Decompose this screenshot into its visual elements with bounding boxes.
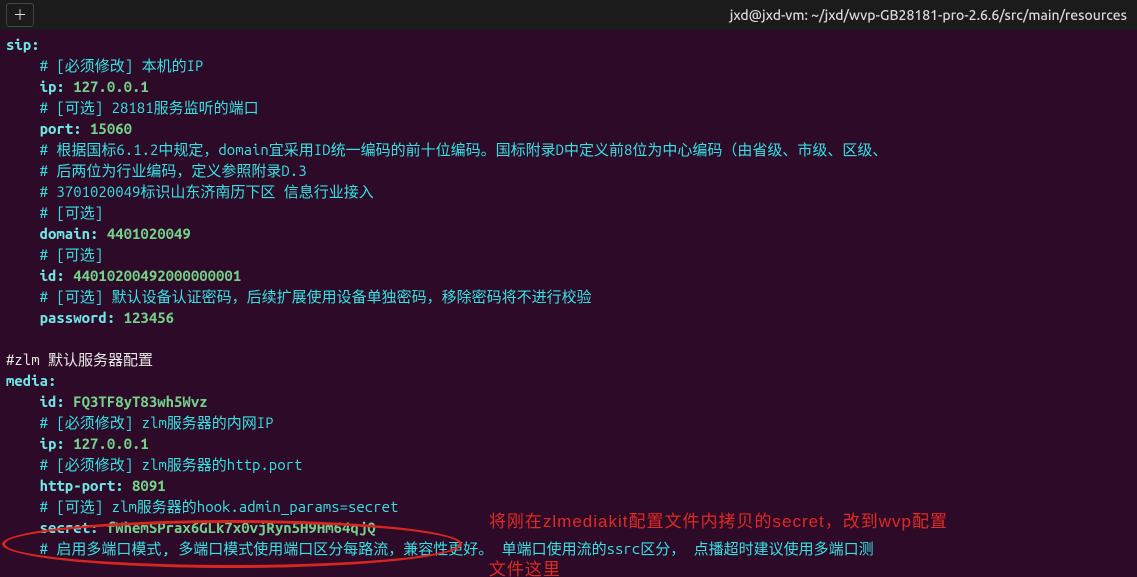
yaml-comment: # [可选] — [40, 204, 104, 221]
new-tab-button[interactable]: ＋ — [6, 3, 34, 27]
terminal-line: id: 44010200492000000001 — [6, 265, 1131, 286]
yaml-key: ip — [40, 435, 57, 452]
yaml-value: 127.0.0.1 — [73, 78, 149, 95]
terminal-line: domain: 4401020049 — [6, 223, 1131, 244]
yaml-value: fWhemSPrax6GLk7x0vjRyn5H9Hm64qjQ — [107, 519, 376, 536]
terminal-line: media: — [6, 370, 1131, 391]
terminal-line: # 后两位为行业编码，定义参照附录D.3 — [6, 160, 1131, 181]
yaml-value: 44010200492000000001 — [73, 267, 241, 284]
yaml-key: sip — [6, 36, 31, 53]
yaml-key: ip — [40, 78, 57, 95]
yaml-key: id — [40, 393, 57, 410]
yaml-key: domain — [40, 225, 90, 242]
yaml-comment: # [可选] 28181服务监听的端口 — [40, 99, 259, 116]
yaml-value: 8091 — [132, 477, 166, 494]
terminal-line: secret: fWhemSPrax6GLk7x0vjRyn5H9Hm64qjQ — [6, 517, 1131, 538]
terminal-line: # [可选] 28181服务监听的端口 — [6, 97, 1131, 118]
yaml-key: port — [40, 120, 74, 137]
window-title: jxd@jxd-vm: ~/jxd/wvp-GB28181-pro-2.6.6/… — [34, 5, 1137, 26]
yaml-key: http-port — [40, 477, 116, 494]
yaml-comment: # 后两位为行业编码，定义参照附录D.3 — [40, 162, 307, 179]
yaml-key: media — [6, 372, 48, 389]
yaml-key: secret — [40, 519, 90, 536]
terminal-line — [6, 328, 1131, 349]
terminal-line: ip: 127.0.0.1 — [6, 433, 1131, 454]
terminal-line: #zlm 默认服务器配置 — [6, 349, 1131, 370]
yaml-comment: # [可选] zlm服务器的hook.admin_params=secret — [40, 498, 399, 515]
terminal-line: # 启用多端口模式, 多端口模式使用端口区分每路流，兼容性更好。 单端口使用流的… — [6, 538, 1131, 559]
terminal-line: # [可选] — [6, 202, 1131, 223]
terminal-line: http-port: 8091 — [6, 475, 1131, 496]
terminal-line: sip: — [6, 34, 1131, 55]
yaml-comment: # [必须修改] 本机的IP — [40, 57, 204, 74]
terminal-line: # [必须修改] zlm服务器的内网IP — [6, 412, 1131, 433]
terminal-line: # [必须修改] 本机的IP — [6, 55, 1131, 76]
terminal-line: port: 15060 — [6, 118, 1131, 139]
terminal-viewport[interactable]: sip: # [必须修改] 本机的IP ip: 127.0.0.1 # [可选]… — [0, 30, 1137, 577]
yaml-key: password — [40, 309, 107, 326]
yaml-value: 123456 — [124, 309, 174, 326]
annotation-line-2: 文件这里 — [489, 560, 561, 577]
terminal-line: # [可选] zlm服务器的hook.admin_params=secret — [6, 496, 1131, 517]
yaml-comment: # 3701020049标识山东济南历下区 信息行业接入 — [40, 183, 374, 200]
yaml-comment: # 根据国标6.1.2中规定，domain宜采用ID统一编码的前十位编码。国标附… — [40, 141, 888, 158]
terminal-line: # 3701020049标识山东济南历下区 信息行业接入 — [6, 181, 1131, 202]
yaml-comment: # [必须修改] zlm服务器的http.port — [40, 456, 303, 473]
terminal-line: # 根据国标6.1.2中规定，domain宜采用ID统一编码的前十位编码。国标附… — [6, 139, 1131, 160]
yaml-value: FQ3TF8yT83wh5Wvz — [73, 393, 207, 410]
yaml-comment: # [必须修改] zlm服务器的内网IP — [40, 414, 274, 431]
yaml-value: 127.0.0.1 — [73, 435, 149, 452]
yaml-value: 15060 — [90, 120, 132, 137]
terminal-line: id: FQ3TF8yT83wh5Wvz — [6, 391, 1131, 412]
yaml-value: 4401020049 — [107, 225, 191, 242]
terminal-line: # [必须修改] zlm服务器的http.port — [6, 454, 1131, 475]
yaml-key: id — [40, 267, 57, 284]
terminal-line: password: 123456 — [6, 307, 1131, 328]
terminal-line: # [可选] — [6, 244, 1131, 265]
plus-icon: ＋ — [13, 5, 27, 26]
yaml-comment: #zlm 默认服务器配置 — [6, 351, 153, 368]
yaml-comment: # [可选] — [40, 246, 104, 263]
yaml-comment: # [可选] 默认设备认证密码，后续扩展使用设备单独密码，移除密码将不进行校验 — [40, 288, 592, 305]
terminal-line: # [可选] 默认设备认证密码，后续扩展使用设备单独密码，移除密码将不进行校验 — [6, 286, 1131, 307]
terminal-line: ip: 127.0.0.1 — [6, 76, 1131, 97]
yaml-comment: # 启用多端口模式, 多端口模式使用端口区分每路流，兼容性更好。 单端口使用流的… — [40, 540, 874, 557]
window-titlebar: ＋ jxd@jxd-vm: ~/jxd/wvp-GB28181-pro-2.6.… — [0, 0, 1137, 30]
